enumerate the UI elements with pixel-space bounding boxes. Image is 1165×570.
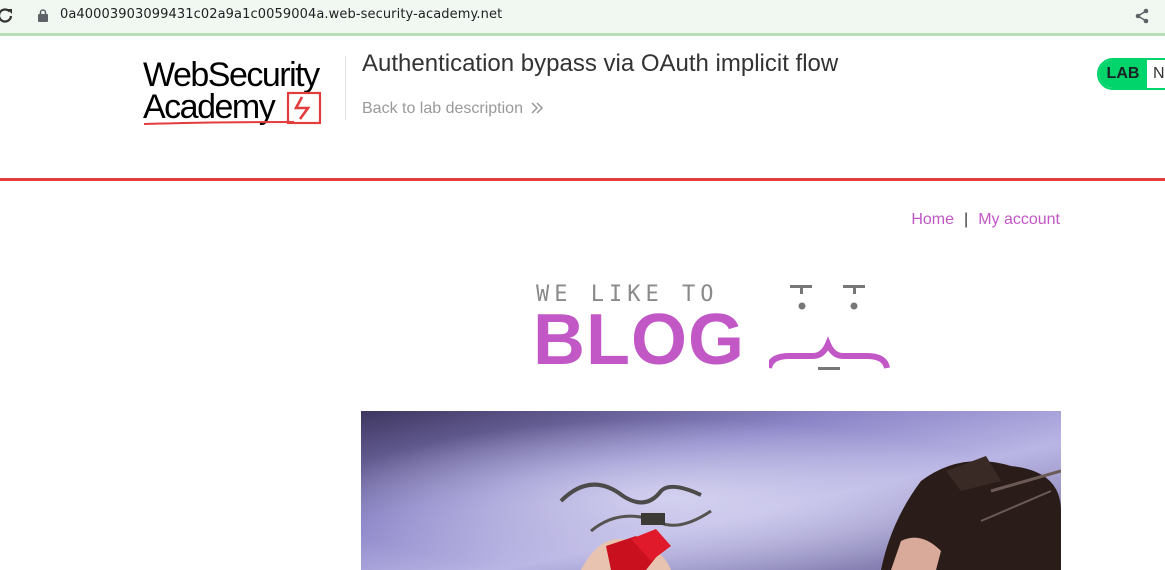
brace-face-icon [769,285,890,370]
blog-nav: Home | My account [911,211,1060,229]
banner-title: BLOG [533,300,745,380]
logo-divider [345,56,346,120]
share-icon[interactable] [1134,8,1150,24]
back-to-lab-description-link[interactable]: Back to lab description [362,100,523,118]
header-divider [0,178,1165,181]
nav-home-link[interactable]: Home [911,211,954,228]
status-lab-label: LAB [1099,60,1147,88]
lab-title: Authentication bypass via OAuth implicit… [362,50,839,77]
double-chevron-right-icon[interactable] [530,101,544,115]
url-text[interactable]: 0a40003903099431c02a9a1c0059004a.web-sec… [60,7,502,22]
web-security-academy-logo[interactable]: WebSecurity Academy [142,56,342,128]
reload-icon[interactable] [0,7,13,25]
nav-my-account-link[interactable]: My account [978,211,1060,228]
blog-banner: WE LIKE TO BLOG [533,282,893,377]
blog-post-image[interactable] [361,411,1061,570]
lab-status-badge: LAB N [1097,58,1165,90]
nav-separator: | [964,211,969,228]
status-text: N [1153,65,1165,82]
logo-line2: Academy [143,88,276,126]
browser-url-bar[interactable]: 0a40003903099431c02a9a1c0059004a.web-sec… [0,0,1165,36]
lock-icon[interactable] [38,9,48,22]
